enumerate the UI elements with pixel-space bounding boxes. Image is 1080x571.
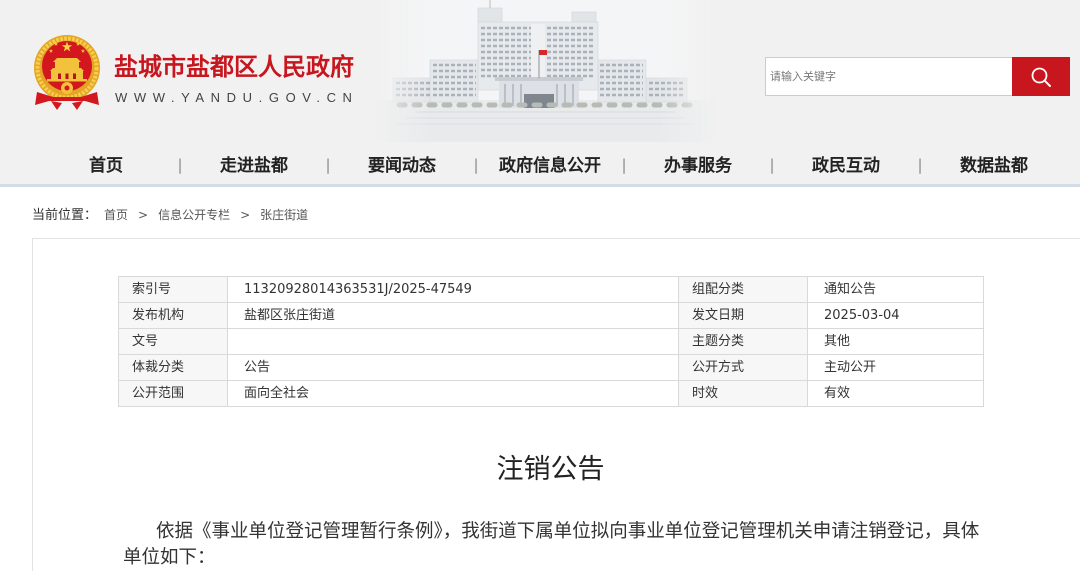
meta-label-validity: 时效 [678,380,808,407]
table-row: 发布机构 盐都区张庄街道 发文日期 2025-03-04 [118,302,984,329]
government-building-image [375,0,715,142]
table-row: 文号 主题分类 其他 [118,328,984,355]
article-paragraph: 依据《事业单位登记管理暂行条例》，我街道下属单位拟向事业单位登记管理机关申请注销… [123,521,980,568]
main-nav: 首页 | 走进盐都 | 要闻动态 | 政府信息公开 | 办事服务 | 政民互动 … [32,148,1068,184]
nav-item-home[interactable]: 首页 [32,148,180,184]
meta-label-publishing-agency: 发布机构 [118,302,228,329]
meta-value-disclosure-method: 主动公开 [807,354,984,381]
nav-item-services[interactable]: 办事服务 [624,148,772,184]
meta-value-publish-date: 2025-03-04 [807,302,984,329]
meta-label-index-number: 索引号 [118,276,228,303]
site-logo[interactable]: 盐城市盐都区人民政府 WWW.YANDU.GOV.CN [33,34,363,110]
breadcrumb-link-current[interactable]: 张庄街道 [260,208,308,222]
meta-value-validity: 有效 [807,380,984,407]
nav-item-news[interactable]: 要闻动态 [328,148,476,184]
info-metadata-table: 索引号 11320928014363531J/2025-47549 组配分类 通… [118,276,984,407]
breadcrumb: 当前位置： 首页 > 信息公开专栏 > 张庄街道 [32,204,308,224]
nav-item-data-yandu[interactable]: 数据盐都 [920,148,1068,184]
breadcrumb-separator: > [240,208,251,222]
meta-value-publishing-agency: 盐都区张庄街道 [227,302,679,329]
article-title: 注销公告 [496,454,605,485]
breadcrumb-link-info-column[interactable]: 信息公开专栏 [158,208,230,222]
meta-label-assignment-category: 组配分类 [678,276,808,303]
search-bar [765,57,1070,96]
meta-value-topic-category: 其他 [807,328,984,355]
meta-label-genre-category: 体裁分类 [118,354,228,381]
site-title: 盐城市盐都区人民政府 [114,53,354,81]
national-emblem-icon [34,35,100,110]
table-row: 体裁分类 公告 公开方式 主动公开 [118,354,984,381]
meta-label-topic-category: 主题分类 [678,328,808,355]
meta-value-genre-category: 公告 [227,354,679,381]
meta-label-document-number: 文号 [118,328,228,355]
table-row: 索引号 11320928014363531J/2025-47549 组配分类 通… [118,276,984,303]
nav-item-public-interaction[interactable]: 政民互动 [772,148,920,184]
meta-value-index-number: 11320928014363531J/2025-47549 [227,276,679,303]
meta-label-disclosure-scope: 公开范围 [118,380,228,407]
meta-value-disclosure-scope: 面向全社会 [227,380,679,407]
breadcrumb-label: 当前位置： [32,208,98,223]
search-button[interactable] [1012,57,1070,96]
meta-label-disclosure-method: 公开方式 [678,354,808,381]
meta-label-publish-date: 发文日期 [678,302,808,329]
search-input[interactable] [765,57,1012,96]
nav-item-gov-info-disclosure[interactable]: 政府信息公开 [476,148,624,184]
breadcrumb-separator: > [138,208,149,222]
table-row: 公开范围 面向全社会 时效 有效 [118,380,984,407]
search-icon [1031,67,1051,87]
meta-value-document-number [227,328,679,355]
nav-item-about-yandu[interactable]: 走进盐都 [180,148,328,184]
site-domain: WWW.YANDU.GOV.CN [115,90,359,105]
breadcrumb-link-home[interactable]: 首页 [104,208,128,222]
meta-value-assignment-category: 通知公告 [807,276,984,303]
site-header: 盐城市盐都区人民政府 WWW.YANDU.GOV.CN 首页 | 走进盐都 | … [0,0,1080,187]
page: 盐城市盐都区人民政府 WWW.YANDU.GOV.CN 首页 | 走进盐都 | … [0,0,1080,571]
